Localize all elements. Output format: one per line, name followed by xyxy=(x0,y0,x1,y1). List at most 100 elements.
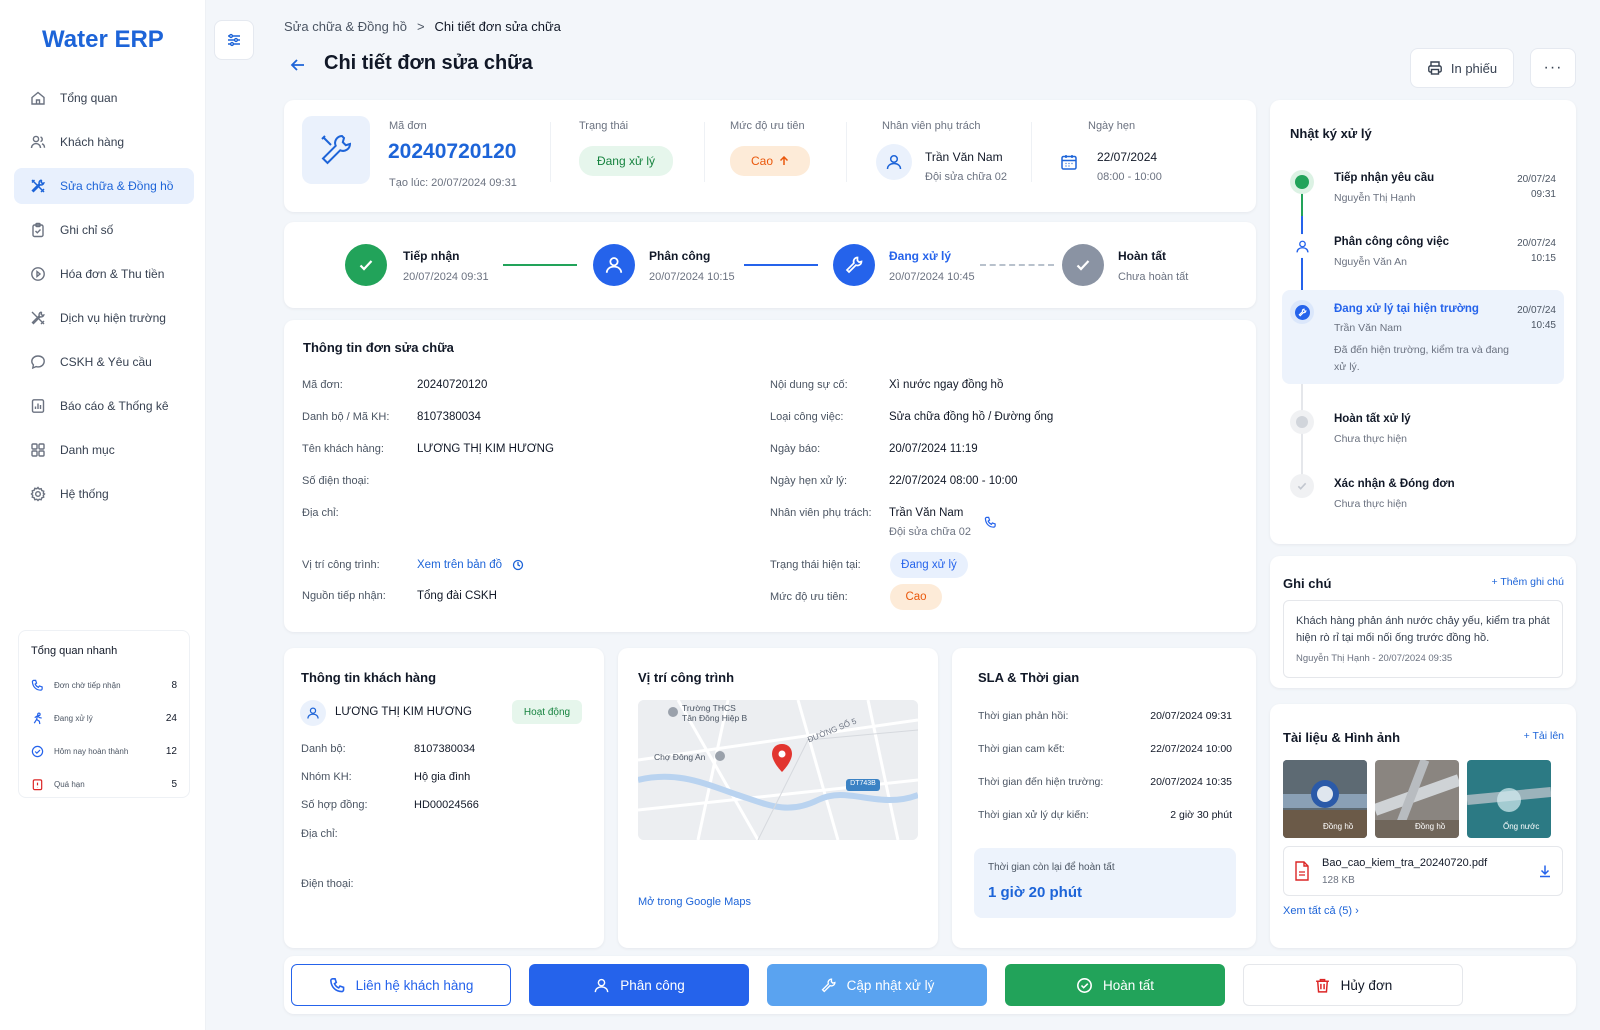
contact-customer-button[interactable]: Liên hệ khách hàng xyxy=(291,964,511,1006)
sidebar-item-meter-reading[interactable]: Ghi chỉ số xyxy=(14,212,194,248)
upload-button[interactable]: + Tải lên xyxy=(1524,730,1564,742)
staff-label: Nhân viên phụ trách xyxy=(882,120,981,132)
customer-label: Danh bộ: xyxy=(301,743,346,755)
log-note: Đã đến hiện trường, kiểm tra và đang xử … xyxy=(1334,344,1510,373)
sidebar-item-label: Dịch vụ hiện trường xyxy=(60,311,166,325)
log-title: Phân công công việc xyxy=(1334,236,1450,248)
field-service-icon xyxy=(31,311,45,325)
add-note-button[interactable]: + Thêm ghi chú xyxy=(1492,576,1564,588)
sla-label: Thời gian cam kết: xyxy=(978,743,1065,755)
step-assign-time: 20/07/2024 10:15 xyxy=(649,271,735,283)
sidebar-item-billing[interactable]: Hóa đơn & Thu tiền xyxy=(14,256,194,292)
photo-thumbnail-3[interactable]: Ống nước xyxy=(1467,760,1551,838)
step-received-circle xyxy=(345,244,387,286)
breadcrumb-parent[interactable]: Sửa chữa & Đồng hồ xyxy=(284,19,407,34)
sidebar-item-overview[interactable]: Tổng quan xyxy=(14,80,194,116)
info-issue: Xì nước ngay đồng hồ xyxy=(889,379,1004,391)
info-staff-team: Đội sửa chữa 02 xyxy=(889,526,971,538)
alarm-icon xyxy=(32,779,43,791)
sla-expected-duration: 2 giờ 30 phút xyxy=(1170,809,1232,821)
timeline-dot-received xyxy=(1290,170,1314,194)
cancel-order-button[interactable]: Hủy đơn xyxy=(1243,964,1463,1006)
info-label: Trạng thái hiện tại: xyxy=(770,559,861,571)
sliders-icon xyxy=(228,33,240,47)
sidebar-toggle-button[interactable] xyxy=(214,20,254,60)
step-assign-title: Phân công xyxy=(649,249,711,263)
info-label: Mức độ ưu tiên: xyxy=(770,591,848,603)
photo-thumbnail-2[interactable]: Đồng hồ xyxy=(1375,760,1459,838)
info-label: Vị trí công trình: xyxy=(302,559,380,571)
current-status-badge: Đang xử lý xyxy=(890,552,968,578)
info-label: Nội dung sự cố: xyxy=(770,379,848,391)
log-title: Hoàn tất xử lý xyxy=(1334,413,1411,425)
order-info-title: Thông tin đơn sửa chữa xyxy=(303,340,454,355)
info-source: Tổng đài CSKH xyxy=(417,590,497,602)
sla-label: Thời gian xử lý dự kiến: xyxy=(978,809,1089,821)
log-person: Nguyễn Thị Hạnh xyxy=(1334,192,1416,204)
log-title: Đang xử lý tại hiện trường xyxy=(1334,303,1479,315)
gear-icon xyxy=(30,486,46,502)
info-label: Nhân viên phụ trách: xyxy=(770,507,872,519)
photo-thumbnail-1[interactable]: Đồng hồ xyxy=(1283,760,1367,838)
sla-response-time: 20/07/2024 09:31 xyxy=(1150,710,1232,722)
update-progress-button[interactable]: Cập nhật xử lý xyxy=(767,964,987,1006)
info-label: Mã đơn: xyxy=(302,379,343,391)
home-icon xyxy=(31,91,45,105)
notes-card: Ghi chú + Thêm ghi chú Khách hàng phản á… xyxy=(1270,556,1576,688)
order-summary-card: Mã đơn 20240720120 Tạo lúc: 20/07/2024 0… xyxy=(284,100,1256,212)
process-log-card: Nhật ký xử lý Tiếp nhận yêu cầu Nguyễn T… xyxy=(1270,100,1576,544)
sidebar-item-categories[interactable]: Danh mục xyxy=(14,432,194,468)
sidebar-item-repair[interactable]: Sửa chữa & Đồng hồ xyxy=(14,168,194,204)
breadcrumb-separator: > xyxy=(416,19,425,34)
wrench-icon xyxy=(321,134,352,165)
log-datetime: 20/07/24 10:45 xyxy=(1517,305,1556,331)
info-report-date: 20/07/2024 11:19 xyxy=(889,443,978,455)
sidebar-item-label: Sửa chữa & Đồng hồ xyxy=(60,179,174,193)
assign-button[interactable]: Phân công xyxy=(529,964,749,1006)
sidebar-item-cskh[interactable]: CSKH & Yêu cầu xyxy=(14,344,194,380)
customer-label: Nhóm KH: xyxy=(301,771,352,783)
view-all-documents-link[interactable]: Xem tất cả (5) › xyxy=(1283,905,1359,917)
timeline-dot-complete xyxy=(1290,410,1314,434)
info-label: Số điện thoại: xyxy=(302,475,370,487)
clipboard-icon xyxy=(32,222,44,238)
notes-title: Ghi chú xyxy=(1283,576,1332,591)
info-label: Ngày báo: xyxy=(770,443,821,455)
open-google-maps-link[interactable]: Mở trong Google Maps xyxy=(638,896,751,908)
file-item[interactable]: Bao_cao_kiem_tra_20240720.pdf 128 KB xyxy=(1283,846,1563,896)
status-badge: Đang xử lý xyxy=(579,146,673,176)
quick-item-done-today[interactable]: Hôm nay hoàn thành 12 xyxy=(31,735,177,768)
documents-title: Tài liệu & Hình ảnh xyxy=(1283,730,1401,745)
quick-item-processing[interactable]: Đang xử lý 24 xyxy=(31,702,177,735)
sidebar-item-field-service[interactable]: Dịch vụ hiện trường xyxy=(14,300,194,336)
phone-icon[interactable] xyxy=(984,516,997,529)
check-icon xyxy=(1076,260,1090,271)
sidebar-item-system[interactable]: Hệ thống xyxy=(14,476,194,512)
log-title: Tiếp nhận yêu cầu xyxy=(1334,172,1435,184)
download-icon[interactable] xyxy=(1538,864,1552,878)
customer-code: 8107380034 xyxy=(414,743,476,755)
timeline-dot-processing xyxy=(1290,300,1314,324)
grid-icon xyxy=(31,443,45,457)
appointment-time: 08:00 - 10:00 xyxy=(1097,171,1162,183)
view-on-map-link[interactable]: Xem trên bản đồ xyxy=(417,559,524,571)
sidebar-item-reports[interactable]: Báo cáo & Thống kê xyxy=(14,388,194,424)
priority-badge: Cao xyxy=(890,584,942,610)
back-button[interactable] xyxy=(289,56,307,74)
customer-info-title: Thông tin khách hàng xyxy=(301,670,437,685)
quick-item-pending[interactable]: Đơn chờ tiếp nhận 8 xyxy=(31,669,177,702)
complete-button[interactable]: Hoàn tất xyxy=(1005,964,1225,1006)
print-button[interactable]: In phiếu xyxy=(1410,48,1514,88)
documents-card: Tài liệu & Hình ảnh + Tải lên Đồng hồ Đồ… xyxy=(1270,704,1576,948)
users-icon xyxy=(30,135,46,149)
sidebar-item-label: Ghi chỉ số xyxy=(60,223,114,237)
sidebar-item-customers[interactable]: Khách hàng xyxy=(14,124,194,160)
quick-item-overdue[interactable]: Quá hạn 5 xyxy=(31,768,177,801)
more-options-button[interactable]: ··· xyxy=(1530,48,1576,88)
info-label: Loại công việc: xyxy=(770,411,844,423)
map-view[interactable]: Trường THCS Tân Đông Hiệp B Chợ Đông An Đ… xyxy=(638,700,918,840)
tools-icon xyxy=(31,179,45,193)
sla-label: Thời gian đến hiện trường: xyxy=(978,776,1104,788)
order-code-label: Mã đơn xyxy=(389,120,427,132)
sidebar-item-label: Hóa đơn & Thu tiền xyxy=(60,267,165,281)
